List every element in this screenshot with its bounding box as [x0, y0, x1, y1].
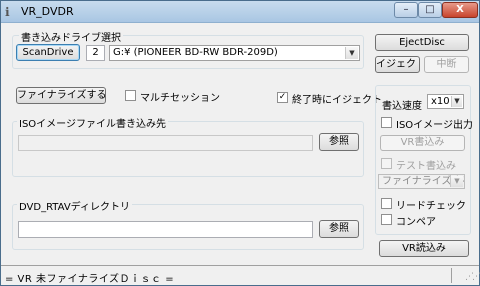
multisession-label: マルチセッション	[140, 93, 220, 104]
eject-disc-button[interactable]: EjectDisc	[375, 34, 469, 51]
eject-button[interactable]: イジェクト	[375, 56, 420, 73]
test-write-checkbox[interactable]	[381, 158, 392, 169]
maximize-button[interactable]: □	[418, 2, 442, 18]
rtav-path-input[interactable]	[18, 221, 313, 238]
speed-label: 書込速度	[382, 101, 422, 112]
scan-drive-button[interactable]: ScanDrive	[16, 44, 80, 61]
compare-checkbox[interactable]	[381, 214, 392, 225]
chevron-down-icon[interactable]: ▼	[450, 176, 463, 187]
iso-output-group-label: ISOイメージファイル書き込み先	[17, 115, 168, 130]
read-check-checkbox[interactable]	[381, 198, 392, 209]
eject-after-checkbox[interactable]: ✓	[277, 92, 288, 103]
compare-label: コンペア	[396, 217, 436, 228]
vr-write-button[interactable]: VR書込み	[380, 135, 465, 151]
test-write-label: テスト書込み	[396, 161, 456, 172]
iso-output-checkbox[interactable]	[381, 117, 392, 128]
title-bar[interactable]: ℹ VR_DVDR – □ X	[1, 1, 479, 23]
eject-after-label: 終了時にイジェクト	[292, 95, 382, 106]
status-divider	[451, 268, 452, 283]
read-check-label: リードチェック	[396, 201, 466, 212]
status-text: = VR 未ファイナライズＤｉｓｃ =	[5, 274, 175, 285]
drive-select-value: G:¥ (PIONEER BD-RW BDR-209D)	[113, 47, 278, 58]
main-window: ℹ VR_DVDR – □ X 書き込みドライブ選択 ScanDrive 2 G…	[0, 0, 480, 286]
multisession-checkbox[interactable]	[125, 90, 136, 101]
finalize-select[interactable]: ファイナライズする ▼	[378, 174, 465, 189]
drive-select-group-label: 書き込みドライブ選択	[19, 29, 123, 44]
speed-select[interactable]: x10 ▼	[427, 94, 464, 109]
drive-number-field[interactable]: 2	[86, 45, 105, 61]
chevron-down-icon[interactable]: ▼	[345, 47, 358, 59]
drive-select[interactable]: G:¥ (PIONEER BD-RW BDR-209D) ▼	[109, 45, 360, 61]
vr-read-button[interactable]: VR読込み	[379, 240, 469, 257]
chevron-down-icon[interactable]: ▼	[451, 96, 462, 107]
rtav-browse-button[interactable]: 参照	[319, 220, 359, 238]
finalize-button[interactable]: ファイナライズする	[16, 87, 106, 104]
iso-output-label: ISOイメージ出力	[396, 120, 473, 131]
minimize-button[interactable]: –	[394, 2, 418, 18]
close-button[interactable]: X	[442, 2, 478, 18]
iso-browse-button[interactable]: 参照	[319, 133, 359, 151]
resize-grip-icon[interactable]: ⋰⋰	[465, 272, 480, 282]
speed-select-value: x10	[431, 96, 450, 107]
window-title: VR_DVDR	[21, 5, 74, 18]
stop-button[interactable]: 中断	[424, 56, 469, 73]
rtav-dir-group-label: DVD_RTAVディレクトリ	[17, 198, 132, 213]
iso-path-input[interactable]	[18, 135, 313, 151]
status-bar: = VR 未ファイナライズＤｉｓｃ = ⋰⋰	[1, 265, 480, 285]
app-icon: ℹ	[5, 5, 10, 19]
